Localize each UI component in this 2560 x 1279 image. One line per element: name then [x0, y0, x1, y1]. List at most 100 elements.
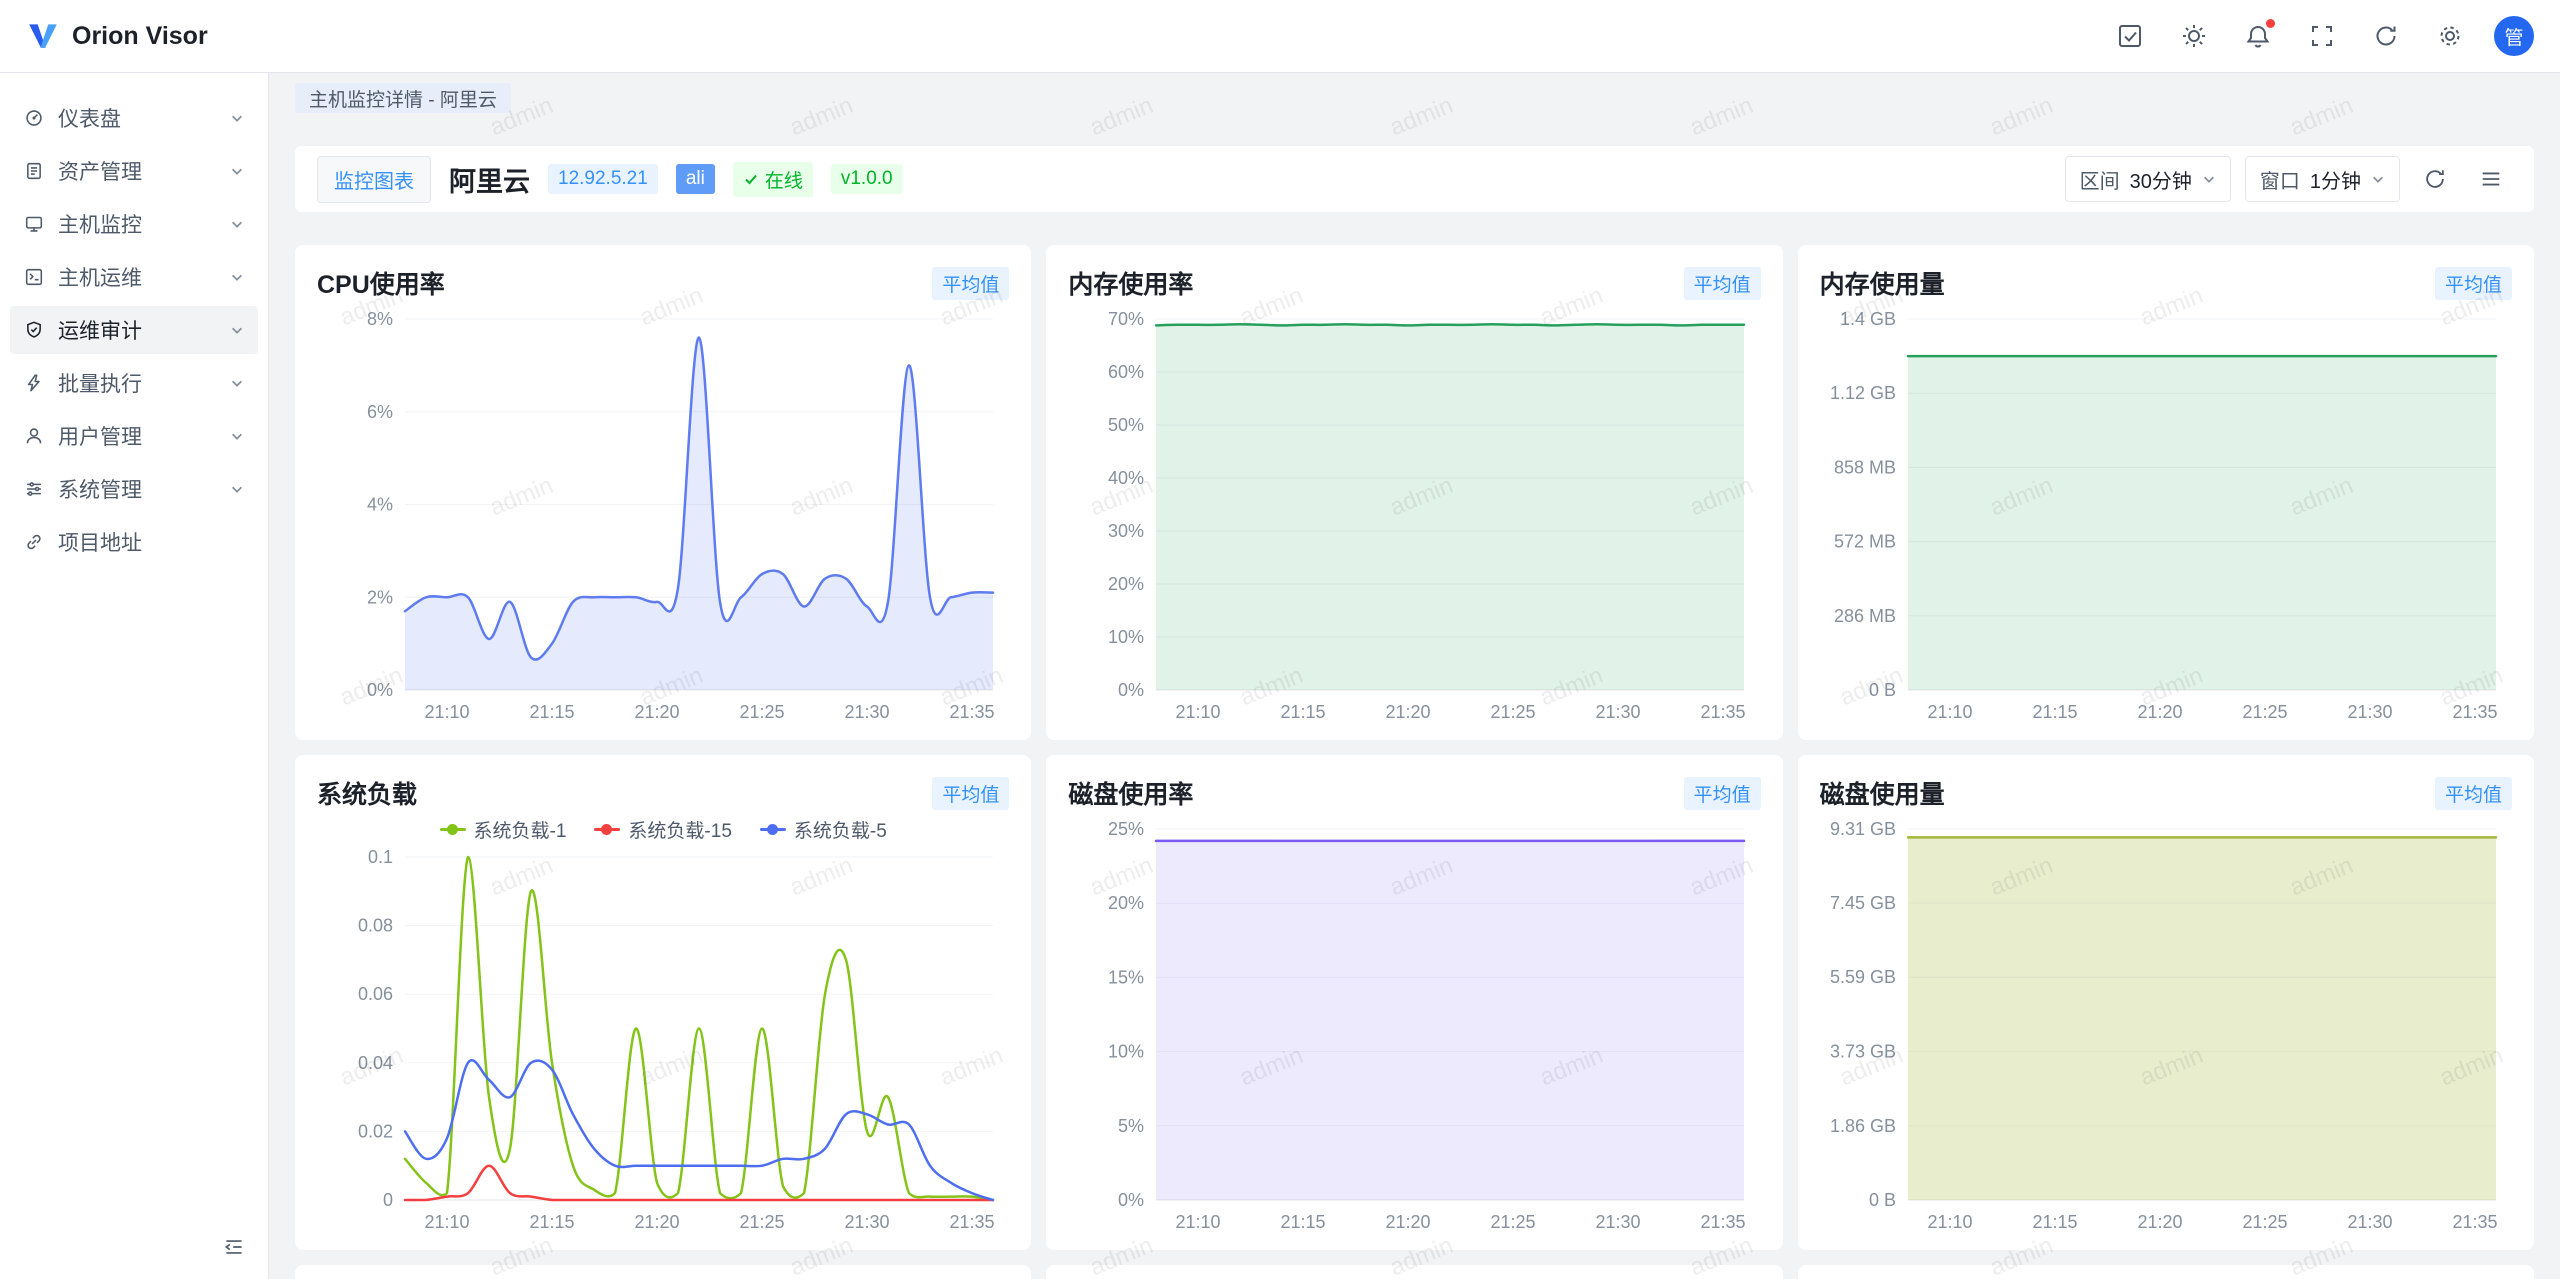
check-icon	[743, 171, 759, 187]
chevron-down-icon	[230, 323, 244, 337]
interval-select-label: 区间	[2080, 165, 2120, 194]
sidebar-item-host-ops[interactable]: 主机运维	[10, 253, 258, 301]
host-header-card: 监控图表 阿里云 12.92.5.21 ali 在线 v1.0.0 区间 30分…	[295, 146, 2534, 212]
fullscreen-icon[interactable]	[2302, 16, 2342, 56]
notification-icon[interactable]	[2238, 16, 2278, 56]
chart-grid: CPU使用率平均值 0%2%4%6%8%21:1021:1521:2021:25…	[295, 245, 2534, 1250]
main-content: 主机监控详情 - 阿里云 监控图表 阿里云 12.92.5.21 ali 在线 …	[269, 73, 2560, 1279]
refresh-charts-icon[interactable]	[2414, 158, 2456, 200]
memory-rate-chart[interactable]: 0%10%20%30%40%50%60%70%21:1021:1521:2021…	[1068, 305, 1760, 724]
notification-badge	[2266, 19, 2275, 28]
chevron-down-icon	[230, 217, 244, 231]
svg-text:1.4 GB: 1.4 GB	[1840, 309, 1896, 329]
sidebar: 仪表盘 资产管理 主机监控 主机运维 运维审计	[0, 73, 269, 1279]
svg-text:21:15: 21:15	[1281, 702, 1326, 722]
memory-amount-chart[interactable]: 0 B286 MB572 MB858 MB1.12 GB1.4 GB21:102…	[1820, 305, 2512, 724]
chevron-down-icon	[2202, 172, 2216, 186]
sidebar-item-label: 项目地址	[58, 527, 244, 557]
svg-text:0: 0	[383, 1190, 393, 1210]
svg-text:0 B: 0 B	[1869, 1190, 1896, 1210]
svg-text:3.73 GB: 3.73 GB	[1830, 1041, 1896, 1061]
legend-item[interactable]: 系统负载-15	[594, 816, 731, 843]
svg-text:0.06: 0.06	[358, 984, 393, 1004]
app-logo-icon	[26, 19, 60, 53]
interval-select[interactable]: 区间 30分钟	[2065, 156, 2231, 202]
svg-text:9.31 GB: 9.31 GB	[1830, 819, 1896, 839]
chart-card-memory-amount: 内存使用量平均值 0 B286 MB572 MB858 MB1.12 GB1.4…	[1798, 245, 2534, 740]
host-alias-tag: ali	[676, 164, 715, 194]
legend-item[interactable]: 系统负载-1	[440, 816, 567, 843]
chart-card-disk-amount: 磁盘使用量平均值 0 B1.86 GB3.73 GB5.59 GB7.45 GB…	[1798, 755, 2534, 1250]
audit-icon	[24, 320, 44, 340]
svg-text:286 MB: 286 MB	[1834, 606, 1896, 626]
sidebar-item-assets[interactable]: 资产管理	[10, 147, 258, 195]
svg-text:21:10: 21:10	[424, 1212, 469, 1232]
sidebar-item-label: 主机监控	[58, 209, 216, 239]
svg-text:21:35: 21:35	[1701, 702, 1746, 722]
svg-text:1.12 GB: 1.12 GB	[1830, 383, 1896, 403]
todo-icon[interactable]	[2110, 16, 2150, 56]
monitor-chart-button[interactable]: 监控图表	[317, 156, 431, 203]
system-load-chart[interactable]: 00.020.040.060.080.121:1021:1521:2021:25…	[317, 843, 1009, 1234]
svg-text:858 MB: 858 MB	[1834, 457, 1896, 477]
svg-text:21:25: 21:25	[739, 702, 784, 722]
sidebar-item-system-mgmt[interactable]: 系统管理	[10, 465, 258, 513]
legend-item[interactable]: 系统负载-5	[760, 816, 887, 843]
disk-rate-chart[interactable]: 0%5%10%15%20%25%21:1021:1521:2021:2521:3…	[1068, 815, 1760, 1234]
svg-text:2%: 2%	[367, 587, 393, 607]
chart-title: 内存使用量	[1820, 265, 1945, 301]
svg-text:21:25: 21:25	[2242, 702, 2287, 722]
svg-text:21:35: 21:35	[949, 702, 994, 722]
avg-badge: 平均值	[932, 777, 1009, 810]
svg-text:21:30: 21:30	[2347, 702, 2392, 722]
svg-text:21:30: 21:30	[844, 1212, 889, 1232]
svg-text:21:10: 21:10	[424, 702, 469, 722]
chart-title: CPU使用率	[317, 265, 445, 301]
avg-badge: 平均值	[932, 267, 1009, 300]
batch-icon	[24, 373, 44, 393]
svg-text:21:35: 21:35	[2452, 1212, 2497, 1232]
sidebar-item-project-link[interactable]: 项目地址	[10, 518, 258, 566]
svg-text:20%: 20%	[1108, 574, 1144, 594]
svg-text:21:25: 21:25	[1491, 1212, 1536, 1232]
sidebar-item-ops-audit[interactable]: 运维审计	[10, 306, 258, 354]
svg-text:21:20: 21:20	[634, 702, 679, 722]
avg-badge: 平均值	[2435, 777, 2512, 810]
collapse-sidebar-icon[interactable]	[216, 1229, 252, 1265]
window-select[interactable]: 窗口 1分钟	[2245, 156, 2400, 202]
svg-text:572 MB: 572 MB	[1834, 532, 1896, 552]
chart-title: 内存使用率	[1068, 265, 1193, 301]
svg-text:60%: 60%	[1108, 362, 1144, 382]
svg-text:20%: 20%	[1108, 893, 1144, 913]
svg-text:21:10: 21:10	[1176, 702, 1221, 722]
svg-text:0%: 0%	[367, 680, 393, 700]
settings-icon[interactable]	[2430, 16, 2470, 56]
svg-text:50%: 50%	[1108, 415, 1144, 435]
chart-list-icon[interactable]	[2470, 158, 2512, 200]
svg-text:21:35: 21:35	[2452, 702, 2497, 722]
sidebar-item-host-monitor[interactable]: 主机监控	[10, 200, 258, 248]
chart-title: 系统负载	[317, 775, 417, 811]
sidebar-item-user-mgmt[interactable]: 用户管理	[10, 412, 258, 460]
breadcrumb[interactable]: 主机监控详情 - 阿里云	[295, 83, 511, 113]
refresh-icon[interactable]	[2366, 16, 2406, 56]
svg-text:21:20: 21:20	[1386, 702, 1431, 722]
header-tools: 区间 30分钟 窗口 1分钟	[2065, 156, 2512, 202]
sidebar-item-batch-exec[interactable]: 批量执行	[10, 359, 258, 407]
svg-text:21:20: 21:20	[2137, 702, 2182, 722]
svg-text:4%: 4%	[367, 495, 393, 515]
sidebar-item-label: 批量执行	[58, 368, 216, 398]
window-select-value: 1分钟	[2310, 165, 2361, 194]
cpu-usage-chart[interactable]: 0%2%4%6%8%21:1021:1521:2021:2521:3021:35	[317, 305, 1009, 724]
svg-text:10%: 10%	[1108, 627, 1144, 647]
host-ops-icon	[24, 267, 44, 287]
svg-text:0%: 0%	[1118, 1190, 1144, 1210]
svg-text:21:10: 21:10	[1927, 702, 1972, 722]
sidebar-item-dashboard[interactable]: 仪表盘	[10, 94, 258, 142]
theme-icon[interactable]	[2174, 16, 2214, 56]
svg-text:0.04: 0.04	[358, 1053, 393, 1073]
disk-amount-chart[interactable]: 0 B1.86 GB3.73 GB5.59 GB7.45 GB9.31 GB21…	[1820, 815, 2512, 1234]
avatar[interactable]: 管	[2494, 16, 2534, 56]
sidebar-item-label: 系统管理	[58, 474, 216, 504]
svg-text:0.08: 0.08	[358, 916, 393, 936]
